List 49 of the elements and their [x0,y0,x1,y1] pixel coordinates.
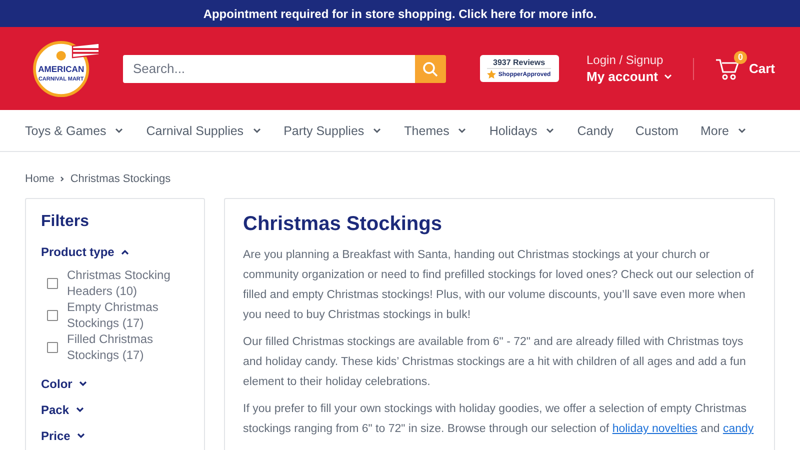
cart-button[interactable]: 0 Cart [714,48,775,88]
checkbox[interactable] [47,278,58,288]
filters-title: Filters [41,213,90,231]
filter-option-label: Filled Christmas Stockings (17) [67,331,154,363]
filter-group-toggle[interactable]: Price [41,429,189,443]
filter-group-toggle[interactable]: Color [41,377,189,391]
chevron-down-icon [75,406,86,414]
cart-count-badge: 0 [734,50,747,64]
nav-menu-item[interactable]: More [700,124,747,138]
page-title: Christmas Stockings [243,213,443,236]
nav-menu-item[interactable]: Custom [635,124,678,138]
chevron-up-icon [120,248,130,256]
nav-menu-item[interactable]: Themes [404,124,468,138]
checkbox[interactable] [47,342,58,352]
review-count: 3937 Reviews [493,58,546,67]
chevron-down-icon [114,126,124,134]
filter-option-label: Empty Christmas Stockings (17) [67,299,160,331]
chevron-down-icon [736,126,747,134]
filter-group-toggle[interactable]: Pack [41,403,189,417]
description-paragraph: Are you planning a Breakfast with Santa, handing out Christmas stockings at your church or community organization or need to find prefilled stockings for loved ones? Check out our selection of filled and empty Christmas stockings! Plus, with our volume discounts, you’ll save even more when you need to buy Christmas stockings in bulk! [243,248,755,323]
search-button[interactable] [414,54,446,82]
chevron-down-icon [76,432,86,440]
chevron-right-icon [58,175,66,183]
search-field[interactable]: Search... [123,54,415,82]
nav-menu-item[interactable]: Candy [577,124,614,138]
chevron-down-icon [457,126,468,134]
search-icon [422,60,438,76]
chevron-down-icon [252,126,262,134]
nav-menu-item[interactable]: Party Supplies [284,124,382,138]
checkbox[interactable] [47,310,58,320]
filter-group-toggle[interactable]: Product type [41,245,189,259]
chevron-down-icon [545,126,556,134]
chevron-down-icon [663,72,674,80]
text-link[interactable]: candy [722,423,754,435]
announcement-link[interactable]: Appointment required for in store shopping. Click here for more info. [203,6,597,20]
text-link[interactable]: holiday novelties [612,423,698,435]
chevron-down-icon [78,380,88,388]
filter-option-label: Christmas Stocking Headers (10) [67,267,172,299]
description-paragraph: If you prefer to fill your own stockings with holiday goodies, we offer a selection of empty Christmas stockings ranging from 6" to 72" in size. Browse through our selection of holiday novelties and candy [243,402,755,437]
breadcrumb-current[interactable]: Christmas Stockings [70,173,171,185]
breadcrumb-link[interactable]: Home [25,173,54,185]
star-icon [487,70,496,79]
nav-menu-item[interactable]: Toys & Games [25,124,124,138]
nav-menu-item[interactable]: Carnival Supplies [146,124,262,138]
account-menu[interactable]: My account [586,69,674,84]
chevron-down-icon [372,126,382,134]
description-paragraph: Our filled Christmas stockings are available from 6" - 72" and are already filled with Christmas toys and holiday candy. These kids’ Christmas stockings are a hit with children of all ages and add a fun element to their holiday celebrations. [243,335,747,390]
login-link[interactable]: Login / Signup [586,53,674,67]
nav-menu-item[interactable]: Holidays [489,124,556,138]
